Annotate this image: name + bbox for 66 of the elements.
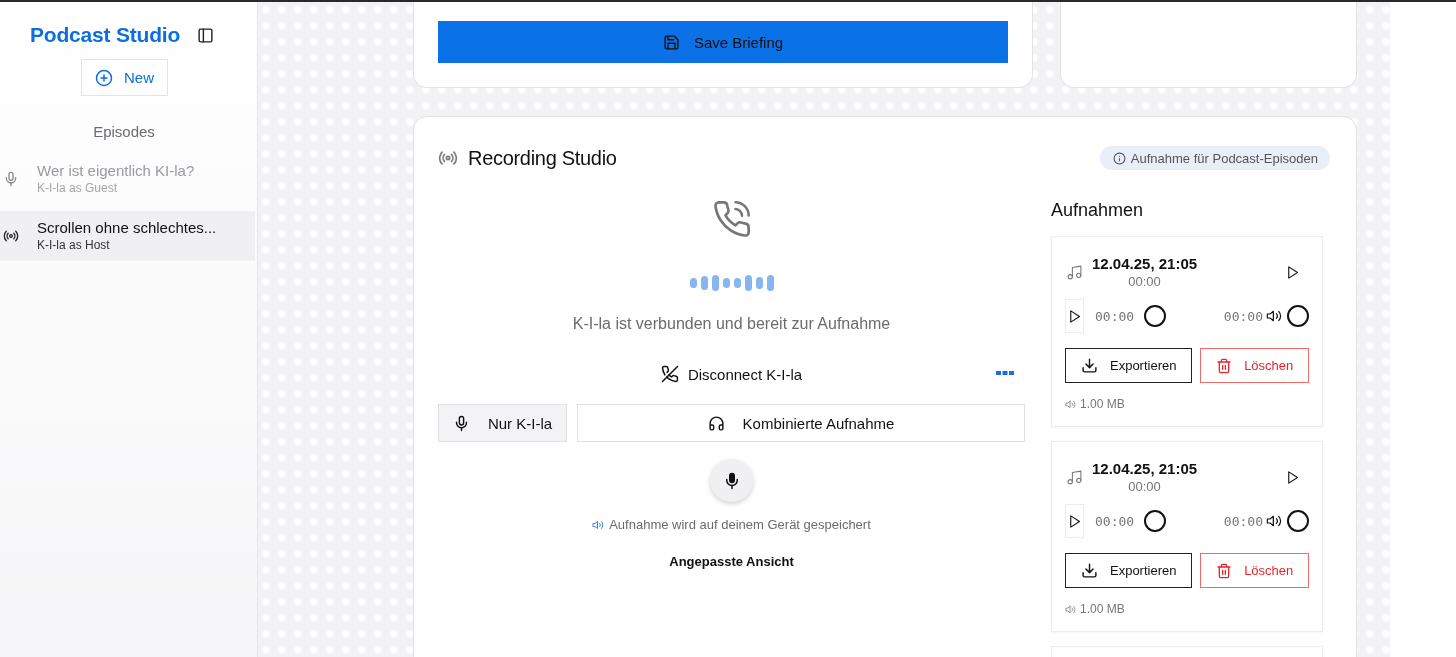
- volume-slider-thumb[interactable]: [1287, 510, 1309, 532]
- episode-title: Scrollen ohne schlechtes...: [37, 218, 217, 237]
- volume-icon: [1266, 308, 1282, 324]
- section-title: Recording Studio: [468, 146, 618, 170]
- play-button[interactable]: [1285, 469, 1300, 485]
- export-button[interactable]: Exportieren: [1065, 553, 1193, 588]
- new-episode-button[interactable]: New: [81, 59, 168, 96]
- total-time: 00:00: [1223, 308, 1263, 324]
- play-icon: [1285, 264, 1300, 280]
- phone-call-icon: [711, 199, 752, 239]
- microphone-icon: [3, 171, 19, 187]
- info-badge: Aufnahme für Podcast-Episoden: [1099, 146, 1330, 170]
- trash-icon: [1216, 562, 1233, 579]
- music-note-icon: [1066, 263, 1083, 281]
- storage-note: Aufnahme wird auf deinem Gerät gespeichert: [609, 517, 871, 532]
- phone-off-icon: [660, 365, 679, 383]
- speaker-icon: [592, 518, 605, 531]
- episode-title: Wer ist eigentlich KI-la?: [37, 161, 195, 180]
- loading-dots-icon: [996, 371, 1014, 375]
- episode-subtitle: K-I-la as Host: [37, 237, 111, 254]
- volume-slider-thumb[interactable]: [1287, 305, 1309, 327]
- volume-icon: [1266, 513, 1282, 529]
- connection-status: K-I-la ist verbunden und bereit zur Aufnahme: [572, 314, 891, 334]
- download-icon: [1081, 357, 1098, 374]
- download-icon: [1081, 562, 1098, 579]
- export-button[interactable]: Exportieren: [1065, 348, 1193, 383]
- recording-date: 12.04.25, 21:05: [1092, 459, 1198, 478]
- recording-mode-button[interactable]: Kombinierte Aufnahme: [577, 404, 1025, 442]
- info-icon: [1112, 151, 1126, 165]
- play-button[interactable]: [1285, 264, 1300, 280]
- plus-circle-icon: [95, 68, 113, 87]
- speaker-icon: [1065, 398, 1076, 410]
- play-button[interactable]: [1065, 504, 1084, 538]
- broadcast-icon: [3, 228, 19, 244]
- recording-mode-button[interactable]: Nur K-I-la: [438, 404, 567, 442]
- seek-slider-thumb[interactable]: [1144, 510, 1167, 532]
- delete-button[interactable]: Löschen: [1200, 553, 1309, 588]
- trash-icon: [1216, 357, 1233, 374]
- music-note-icon: [1066, 468, 1083, 486]
- play-button[interactable]: [1065, 299, 1084, 333]
- recording-date: 12.04.25, 21:05: [1092, 254, 1198, 273]
- episode-subtitle: K-I-la as Guest: [37, 180, 119, 197]
- current-time: 00:00: [1095, 308, 1135, 324]
- current-time: 00:00: [1095, 513, 1135, 529]
- total-time: 00:00: [1223, 513, 1263, 529]
- headphones-icon: [707, 414, 725, 432]
- speaker-icon: [1065, 603, 1076, 615]
- sidebar-toggle-icon: [197, 26, 215, 44]
- save-briefing-button[interactable]: Save Briefing: [438, 21, 1008, 63]
- broadcast-icon: [438, 148, 458, 168]
- app-title: Podcast Studio: [30, 23, 181, 47]
- play-icon: [1067, 513, 1082, 529]
- play-icon: [1067, 308, 1082, 324]
- recordings-title: Aufnahmen: [1051, 199, 1145, 222]
- recording-duration: 00:00: [1128, 273, 1161, 290]
- recording-duration: 00:00: [1128, 478, 1161, 495]
- disconnect-button[interactable]: Disconnect K-I-la: [660, 365, 803, 383]
- record-button[interactable]: [710, 459, 753, 502]
- play-icon: [1285, 469, 1300, 485]
- section-title: Episodes: [92, 122, 156, 142]
- delete-button[interactable]: Löschen: [1200, 348, 1309, 383]
- custom-view-link[interactable]: Angepasste Ansicht: [669, 554, 794, 569]
- file-size: 1.00 MB: [1080, 602, 1125, 616]
- file-size: 1.00 MB: [1080, 397, 1125, 411]
- seek-slider-thumb[interactable]: [1144, 305, 1167, 327]
- episode-item[interactable]: Scrollen ohne schlechtes... K-I-la as Host: [0, 211, 255, 261]
